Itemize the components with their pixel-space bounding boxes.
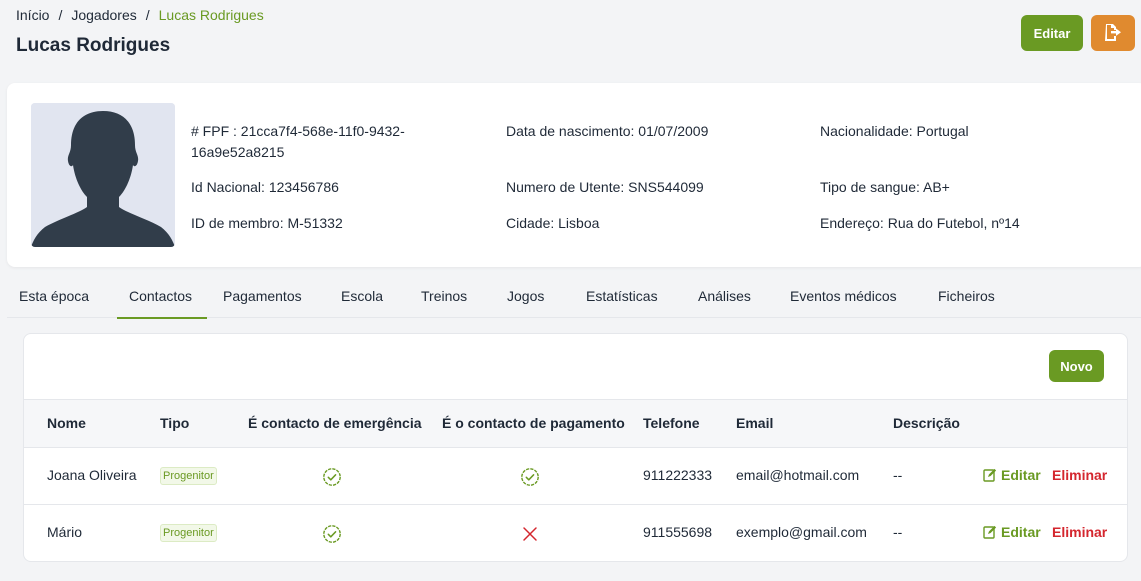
edit-contact-label: Editar [1001, 467, 1041, 483]
check-circle-icon [322, 467, 342, 487]
column-header-payment[interactable]: É o contacto de pagamento [442, 415, 625, 431]
column-header-phone[interactable]: Telefone [643, 415, 700, 431]
contact-email: email@hotmail.com [736, 467, 860, 483]
contact-description: -- [893, 467, 903, 483]
tab-files[interactable]: Ficheiros [922, 280, 1012, 318]
export-button[interactable] [1091, 15, 1135, 51]
tab-statistics[interactable]: Estatísticas [570, 280, 682, 318]
tab-bar: Esta época Contactos Pagamentos Escola T… [7, 280, 1141, 319]
contact-description: -- [893, 524, 903, 540]
breadcrumb-current: Lucas Rodrigues [158, 7, 264, 23]
close-x-icon [520, 524, 540, 544]
tab-school[interactable]: Escola [325, 280, 405, 318]
breadcrumb-separator: / [145, 7, 150, 23]
edit-icon [983, 525, 997, 539]
address: Endereço: Rua do Futebol, nº14 [820, 215, 1020, 231]
person-silhouette-icon [31, 103, 175, 247]
edit-contact-button[interactable]: Editar [983, 467, 1041, 483]
new-contact-button[interactable]: Novo [1049, 350, 1104, 382]
table-row: Mário Progenitor 911555698 exemplo@gmail… [24, 505, 1127, 561]
column-header-description[interactable]: Descrição [893, 415, 960, 431]
contact-phone: 911222333 [643, 467, 713, 483]
contact-name: Mário [47, 524, 83, 540]
contact-phone: 911555698 [643, 524, 713, 540]
contact-type-badge: Progenitor [160, 467, 217, 485]
city: Cidade: Lisboa [506, 215, 600, 231]
fpf-id: # FPF : 21cca7f4-568e-11f0-9432- 16a9e52… [191, 123, 405, 160]
contacts-table-card: Novo Nome Tipo É contacto de emergência … [23, 333, 1128, 562]
birth-date: Data de nascimento: 01/07/2009 [506, 123, 709, 139]
column-header-type[interactable]: Tipo [160, 415, 189, 431]
check-circle-icon [322, 524, 342, 544]
tab-games[interactable]: Jogos [491, 280, 570, 318]
contact-type-badge: Progenitor [160, 524, 217, 542]
contact-email: exemplo@gmail.com [736, 524, 867, 540]
tab-medical-events[interactable]: Eventos médicos [774, 280, 922, 318]
avatar [31, 103, 175, 247]
tab-contacts[interactable]: Contactos [117, 280, 207, 319]
check-circle-icon [520, 467, 540, 487]
utente-number: Numero de Utente: SNS544099 [506, 179, 704, 195]
page-title: Lucas Rodrigues [16, 35, 171, 56]
table-row: Joana Oliveira Progenitor 911222333 emai… [24, 448, 1127, 505]
edit-icon [983, 468, 997, 482]
edit-button[interactable]: Editar [1021, 15, 1083, 51]
tab-analyses[interactable]: Análises [682, 280, 774, 318]
breadcrumb-separator: / [58, 7, 63, 23]
breadcrumb: Início / Jogadores / Lucas Rodrigues [16, 7, 264, 23]
player-profile-card: # FPF : 21cca7f4-568e-11f0-9432- 16a9e52… [7, 83, 1141, 267]
column-header-name[interactable]: Nome [47, 415, 86, 431]
edit-contact-button[interactable]: Editar [983, 524, 1041, 540]
delete-contact-button[interactable]: Eliminar [1052, 467, 1107, 483]
tab-payments[interactable]: Pagamentos [207, 280, 325, 318]
contact-name: Joana Oliveira [47, 467, 137, 483]
edit-contact-label: Editar [1001, 524, 1041, 540]
national-id: Id Nacional: 123456786 [191, 179, 339, 195]
member-id: ID de membro: M-51332 [191, 215, 343, 231]
breadcrumb-players-link[interactable]: Jogadores [71, 7, 136, 23]
delete-contact-button[interactable]: Eliminar [1052, 524, 1107, 540]
column-header-email[interactable]: Email [736, 415, 773, 431]
sign-out-icon [1103, 22, 1123, 45]
column-header-emergency[interactable]: É contacto de emergência [248, 415, 422, 431]
nationality: Nacionalidade: Portugal [820, 123, 969, 139]
breadcrumb-home-link[interactable]: Início [16, 7, 49, 23]
tab-this-season[interactable]: Esta época [7, 280, 117, 318]
table-header: Nome Tipo É contacto de emergência É o c… [24, 399, 1127, 448]
tab-trainings[interactable]: Treinos [405, 280, 491, 318]
blood-type: Tipo de sangue: AB+ [820, 179, 950, 195]
